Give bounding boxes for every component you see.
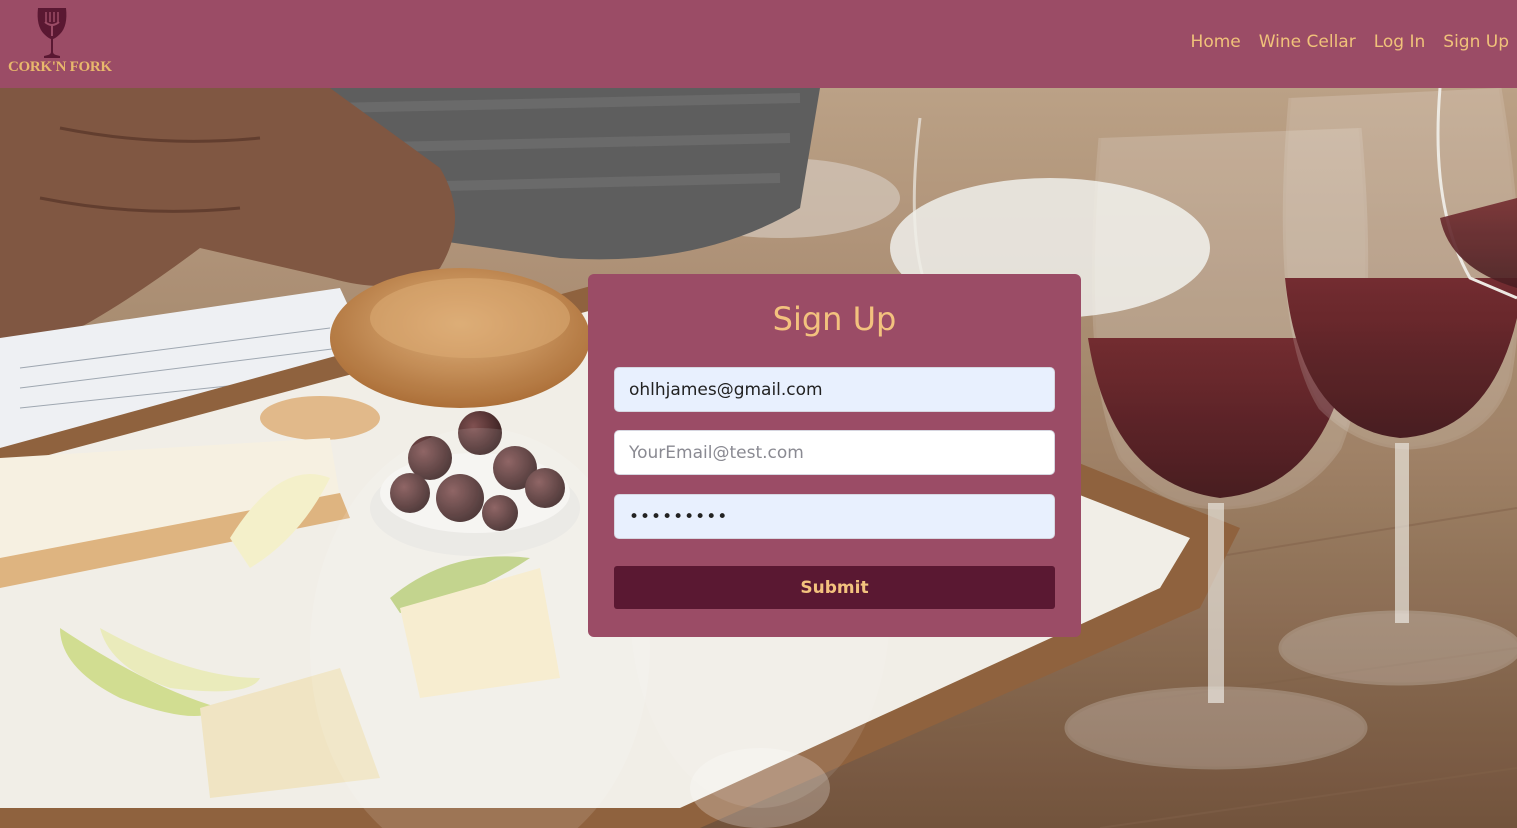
navbar: CORK'N FORK Home Wine Cellar Log In Sign… xyxy=(0,0,1517,88)
form-title: Sign Up xyxy=(772,300,897,338)
page: CORK'N FORK Home Wine Cellar Log In Sign… xyxy=(0,0,1517,828)
nav-home[interactable]: Home xyxy=(1191,32,1241,52)
logo[interactable]: CORK'N FORK xyxy=(6,6,112,82)
email-field[interactable] xyxy=(614,367,1055,412)
password-field[interactable] xyxy=(614,494,1055,539)
nav-log-in[interactable]: Log In xyxy=(1374,32,1426,52)
nav-sign-up[interactable]: Sign Up xyxy=(1443,32,1509,52)
nav-links: Home Wine Cellar Log In Sign Up xyxy=(1191,32,1509,52)
signup-form-card: Sign Up Submit xyxy=(588,274,1081,637)
logo-text: CORK'N FORK xyxy=(8,59,112,75)
wine-glass-fork-icon xyxy=(37,8,67,58)
confirm-email-field[interactable] xyxy=(614,430,1055,475)
submit-button[interactable]: Submit xyxy=(614,566,1055,609)
nav-wine-cellar[interactable]: Wine Cellar xyxy=(1259,32,1356,52)
